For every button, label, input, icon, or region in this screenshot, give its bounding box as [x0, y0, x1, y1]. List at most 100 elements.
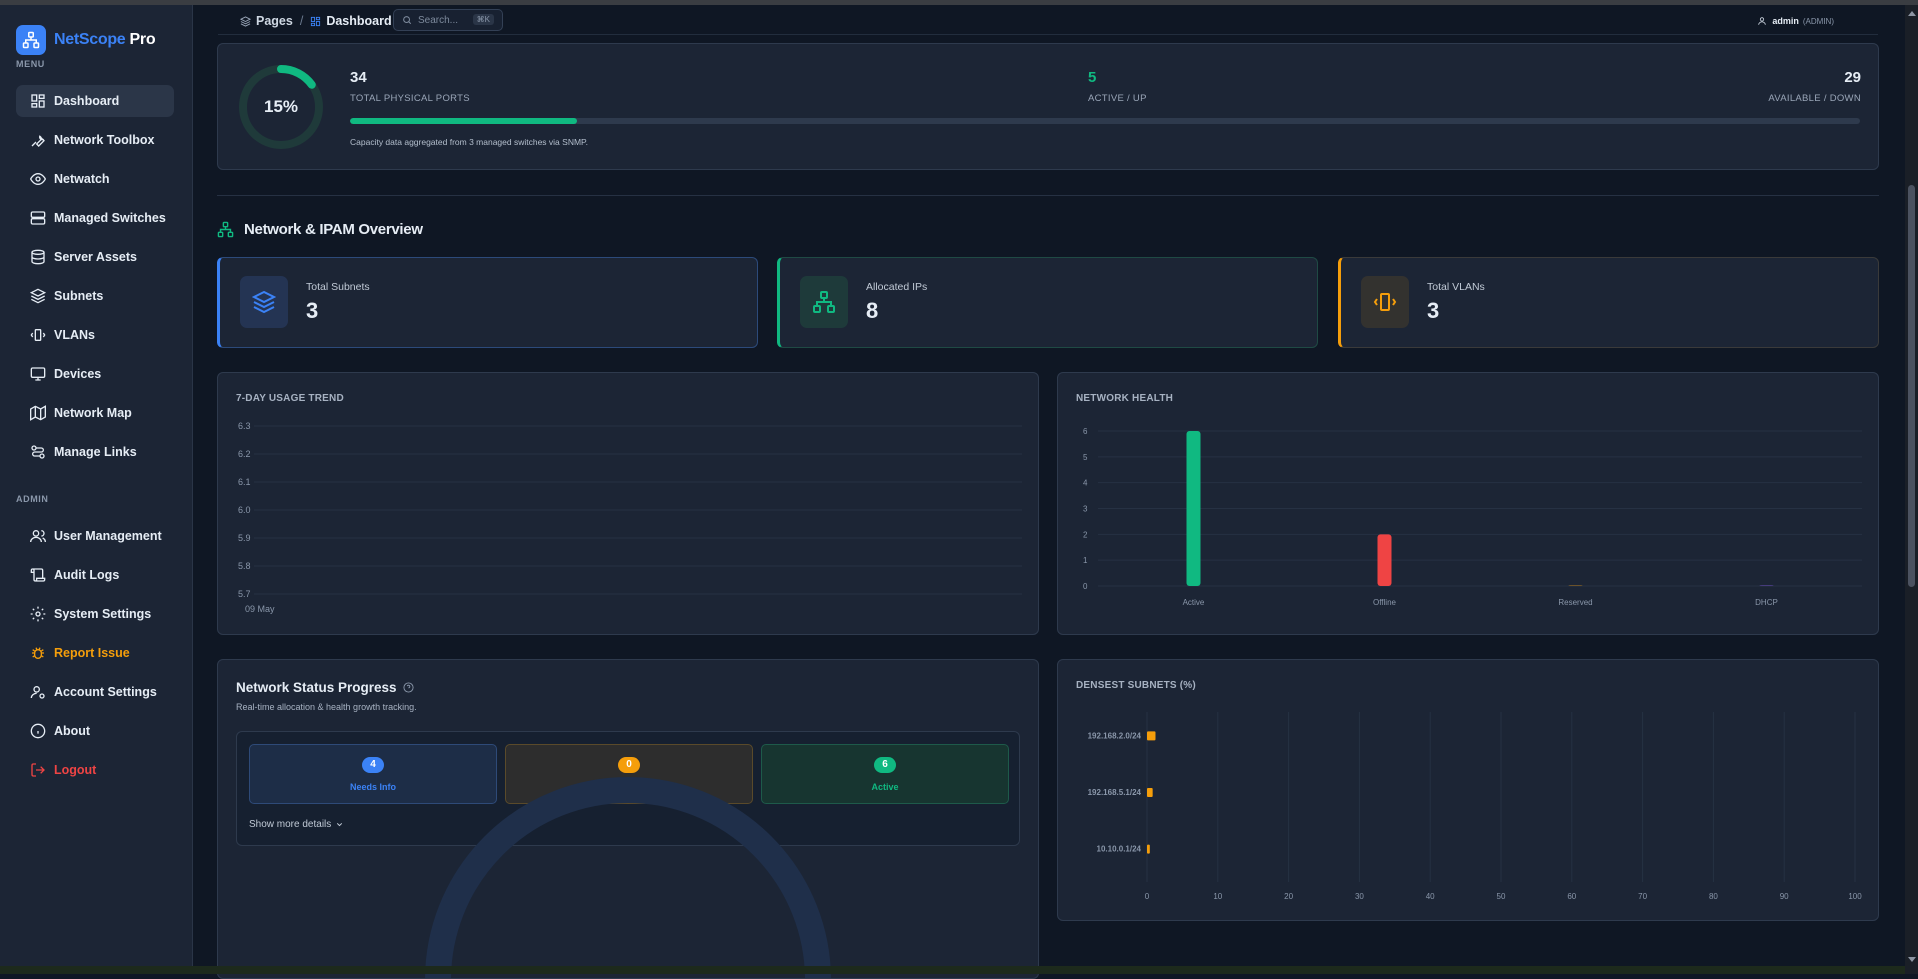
y-tick-label: 0	[1083, 582, 1088, 591]
breadcrumb-root[interactable]: Pages	[256, 14, 293, 28]
sidebar-item-managed-switches[interactable]: Managed Switches	[16, 202, 174, 234]
y-tick-label: 4	[1083, 479, 1088, 488]
sidebar-item-label: Account Settings	[54, 685, 157, 699]
x-tick-label: Active	[1183, 598, 1205, 607]
sidebar-item-vlans[interactable]: VLANs	[16, 319, 174, 351]
username: admin	[1772, 16, 1799, 26]
bug-icon	[32, 647, 44, 659]
sidebar-item-system-settings[interactable]: System Settings	[16, 598, 174, 630]
sidebar-item-label: Dashboard	[54, 94, 120, 108]
scroll-thumb[interactable]	[1908, 185, 1915, 587]
y-tick-label: 10.10.0.1/24	[1097, 845, 1142, 854]
sidebar-item-label: System Settings	[54, 607, 152, 621]
y-tick-label: 6.1	[238, 477, 251, 487]
sidebar-item-label: Logout	[54, 763, 97, 777]
scroll-down-arrow[interactable]	[1908, 957, 1916, 962]
active-ports-value: 5	[1088, 69, 1097, 86]
search-icon	[403, 16, 412, 25]
kpi-value: 8	[866, 298, 879, 323]
sidebar-item-audit-logs[interactable]: Audit Logs	[16, 559, 174, 591]
x-tick-label: 20	[1284, 892, 1293, 901]
y-tick-label: 192.168.2.0/24	[1088, 731, 1142, 740]
sidebar-item-label: Network Toolbox	[54, 133, 155, 147]
x-tick-label: DHCP	[1755, 598, 1778, 607]
sidebar-item-server-assets[interactable]: Server Assets	[16, 241, 174, 273]
sidebar-item-label: Netwatch	[54, 172, 110, 186]
network-status-progress-card: Network Status Progress Real-time alloca…	[217, 659, 1039, 979]
total-ports-value: 34	[350, 69, 367, 86]
y-tick-label: 6.3	[238, 421, 251, 431]
y-tick-label: 5	[1083, 453, 1088, 462]
x-tick-label: Offline	[1373, 598, 1397, 607]
links-icon	[31, 445, 45, 459]
capacity-note: Capacity data aggregated from 3 managed …	[350, 137, 588, 147]
search-shortcut: ⌘K	[472, 14, 494, 25]
kpi-total-subnets[interactable]: Total Subnets 3	[217, 257, 758, 348]
eye-icon	[30, 172, 46, 186]
capacity-progress-bar	[350, 118, 1860, 124]
x-tick-label: 60	[1567, 892, 1576, 901]
section-title: Network & IPAM Overview	[217, 221, 423, 238]
bar-subnet	[1147, 788, 1153, 797]
brand[interactable]: NetScope Pro	[16, 25, 156, 55]
available-ports-value: 29	[1844, 69, 1861, 86]
sidebar-item-about[interactable]: About	[16, 715, 174, 747]
search-input[interactable]: Search... ⌘K	[393, 9, 503, 31]
x-tick-label: 40	[1426, 892, 1435, 901]
sidebar-item-report-issue[interactable]: Report Issue	[16, 637, 174, 669]
sidebar-item-network-map[interactable]: Network Map	[16, 397, 174, 429]
sidebar-item-label: Managed Switches	[54, 211, 166, 225]
sidebar-item-label: Network Map	[54, 406, 132, 420]
sidebar-item-netwatch[interactable]: Netwatch	[16, 163, 174, 195]
breadcrumb: Pages / Dashboard	[240, 14, 392, 28]
kpi-label: Total VLANs	[1427, 281, 1485, 293]
available-ports-stat: 29 AVAILABLE / DOWN	[1768, 69, 1861, 104]
info-icon	[30, 723, 46, 739]
kpi-allocated-ips[interactable]: Allocated IPs 8	[777, 257, 1318, 348]
sidebar-item-subnets[interactable]: Subnets	[16, 280, 174, 312]
logout-icon	[31, 763, 45, 777]
sidebar-item-label: Subnets	[54, 289, 104, 303]
x-tick-label: 100	[1848, 892, 1862, 901]
kpi-label: Allocated IPs	[866, 281, 928, 293]
section-title-text: Network & IPAM Overview	[244, 221, 423, 238]
bar-subnet	[1147, 844, 1150, 854]
y-tick-label: 6.0	[238, 505, 251, 515]
bar-reserved	[1568, 585, 1583, 586]
kpi-total-vlans[interactable]: Total VLANs 3	[1338, 257, 1879, 348]
sidebar-item-network-toolbox[interactable]: Network Toolbox	[16, 124, 174, 156]
bar-active	[1186, 431, 1201, 586]
bar-subnet	[1147, 731, 1156, 741]
map-icon	[30, 405, 46, 421]
sidebar-item-logout[interactable]: Logout	[16, 754, 174, 786]
x-tick-label: 0	[1145, 892, 1150, 901]
sidebar-item-devices[interactable]: Devices	[16, 358, 174, 390]
sidebar-item-label: Devices	[54, 367, 102, 381]
network-health-chart: 6 5 4 3 2 1 0 Active Offline Reserved DHCP	[1083, 427, 1862, 607]
scroll-up-arrow[interactable]	[1908, 11, 1916, 16]
admin-section-label: ADMIN	[16, 494, 49, 504]
user-menu[interactable]: admin (ADMIN)	[1757, 16, 1834, 26]
taskbar-strip	[0, 966, 1905, 974]
x-tick-label: 09 May	[245, 604, 275, 614]
sidebar-item-user-management[interactable]: User Management	[16, 520, 174, 552]
x-tick-label: 70	[1638, 892, 1647, 901]
x-tick-label: 30	[1355, 892, 1364, 901]
sidebar-item-dashboard[interactable]: Dashboard	[16, 85, 174, 117]
sidebar-item-label: Audit Logs	[54, 568, 120, 582]
decorative-arc	[425, 777, 831, 978]
user-icon	[1758, 17, 1767, 25]
y-tick-label: 2	[1083, 530, 1088, 539]
sidebar-item-label: User Management	[54, 529, 162, 543]
y-tick-label: 192.168.5.1/24	[1088, 788, 1142, 797]
users-icon	[30, 530, 46, 543]
section-divider	[217, 195, 1879, 196]
page-scrollbar[interactable]	[1905, 5, 1918, 974]
sidebar-item-manage-links[interactable]: Manage Links	[16, 436, 174, 468]
sidebar-item-account-settings[interactable]: Account Settings	[16, 676, 174, 708]
x-tick-label: 80	[1709, 892, 1718, 901]
top-bar: Pages / Dashboard Search... ⌘K admin (AD…	[218, 5, 1878, 35]
y-tick-label: 1	[1083, 556, 1088, 565]
sidebar-item-label: Server Assets	[54, 250, 137, 264]
x-tick-label: 50	[1497, 892, 1506, 901]
